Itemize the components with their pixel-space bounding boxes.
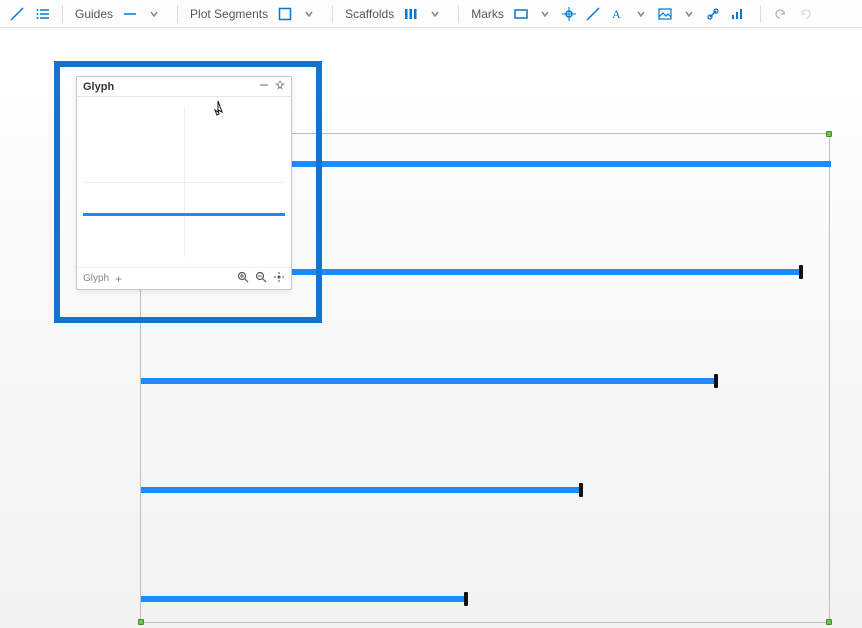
marks-label: Marks (471, 7, 508, 21)
plot-segments-group: Plot Segments (186, 3, 324, 25)
bar-end-cap[interactable] (714, 374, 718, 388)
glyph-panel-header[interactable]: Glyph (77, 77, 291, 97)
plot-segments-label: Plot Segments (190, 7, 272, 21)
toolbar-separator (332, 5, 333, 23)
image-mark-icon[interactable] (654, 3, 676, 25)
svg-text:A: A (612, 7, 621, 21)
toolbar: Guides Plot Segments Scaffolds (0, 0, 862, 28)
list-tool-icon[interactable] (32, 3, 54, 25)
resize-handle-icon[interactable] (826, 619, 832, 625)
glyph-panel-title: Glyph (83, 81, 114, 93)
toolbar-separator (62, 5, 63, 23)
toolbar-separator (760, 5, 761, 23)
line-tool-icon[interactable] (6, 3, 28, 25)
chevron-down-icon[interactable] (534, 3, 556, 25)
glyph-footer-label: Glyph (83, 273, 109, 284)
guides-label: Guides (75, 7, 117, 21)
fit-icon[interactable] (273, 271, 285, 286)
rect-mark-icon[interactable] (510, 3, 532, 25)
chevron-down-icon[interactable] (678, 3, 700, 25)
minimize-icon[interactable] (259, 80, 269, 93)
link-mark-icon[interactable] (702, 3, 724, 25)
bar-mark[interactable] (141, 596, 466, 602)
toolbar-separator (177, 5, 178, 23)
chevron-down-icon[interactable] (424, 3, 446, 25)
bar-mark[interactable] (141, 487, 581, 493)
scaffolds-group: Scaffolds (341, 3, 450, 25)
redo-icon[interactable] (795, 3, 817, 25)
chevron-down-icon[interactable] (143, 3, 165, 25)
text-mark-icon[interactable]: A (606, 3, 628, 25)
resize-handle-icon[interactable] (138, 619, 144, 625)
marks-group: Marks A (467, 3, 752, 25)
glyph-bar-mark[interactable] (83, 213, 284, 216)
add-glyph-button[interactable]: + (115, 273, 122, 285)
canvas[interactable]: Glyph Glyph + (0, 28, 862, 628)
glyph-panel[interactable]: Glyph Glyph + (76, 76, 292, 290)
scaffolds-label: Scaffolds (345, 7, 398, 21)
bar-end-cap[interactable] (579, 483, 583, 497)
resize-handle-icon[interactable] (826, 131, 832, 137)
symbol-mark-icon[interactable] (558, 3, 580, 25)
data-axis-icon[interactable] (726, 3, 748, 25)
undo-icon[interactable] (769, 3, 791, 25)
toolbar-separator (458, 5, 459, 23)
glyph-panel-footer: Glyph + (77, 267, 291, 289)
guides-group: Guides (71, 3, 169, 25)
pin-icon[interactable] (275, 80, 285, 93)
line-mark-icon[interactable] (582, 3, 604, 25)
zoom-out-icon[interactable] (255, 271, 267, 286)
guide-horizontal-icon[interactable] (119, 3, 141, 25)
chevron-down-icon[interactable] (630, 3, 652, 25)
bar-end-cap[interactable] (799, 265, 803, 279)
columns-icon[interactable] (400, 3, 422, 25)
bar-end-cap[interactable] (464, 592, 468, 606)
chevron-down-icon[interactable] (298, 3, 320, 25)
region-icon[interactable] (274, 3, 296, 25)
glyph-editor[interactable] (77, 97, 291, 267)
bar-mark[interactable] (141, 378, 716, 384)
zoom-in-icon[interactable] (237, 271, 249, 286)
